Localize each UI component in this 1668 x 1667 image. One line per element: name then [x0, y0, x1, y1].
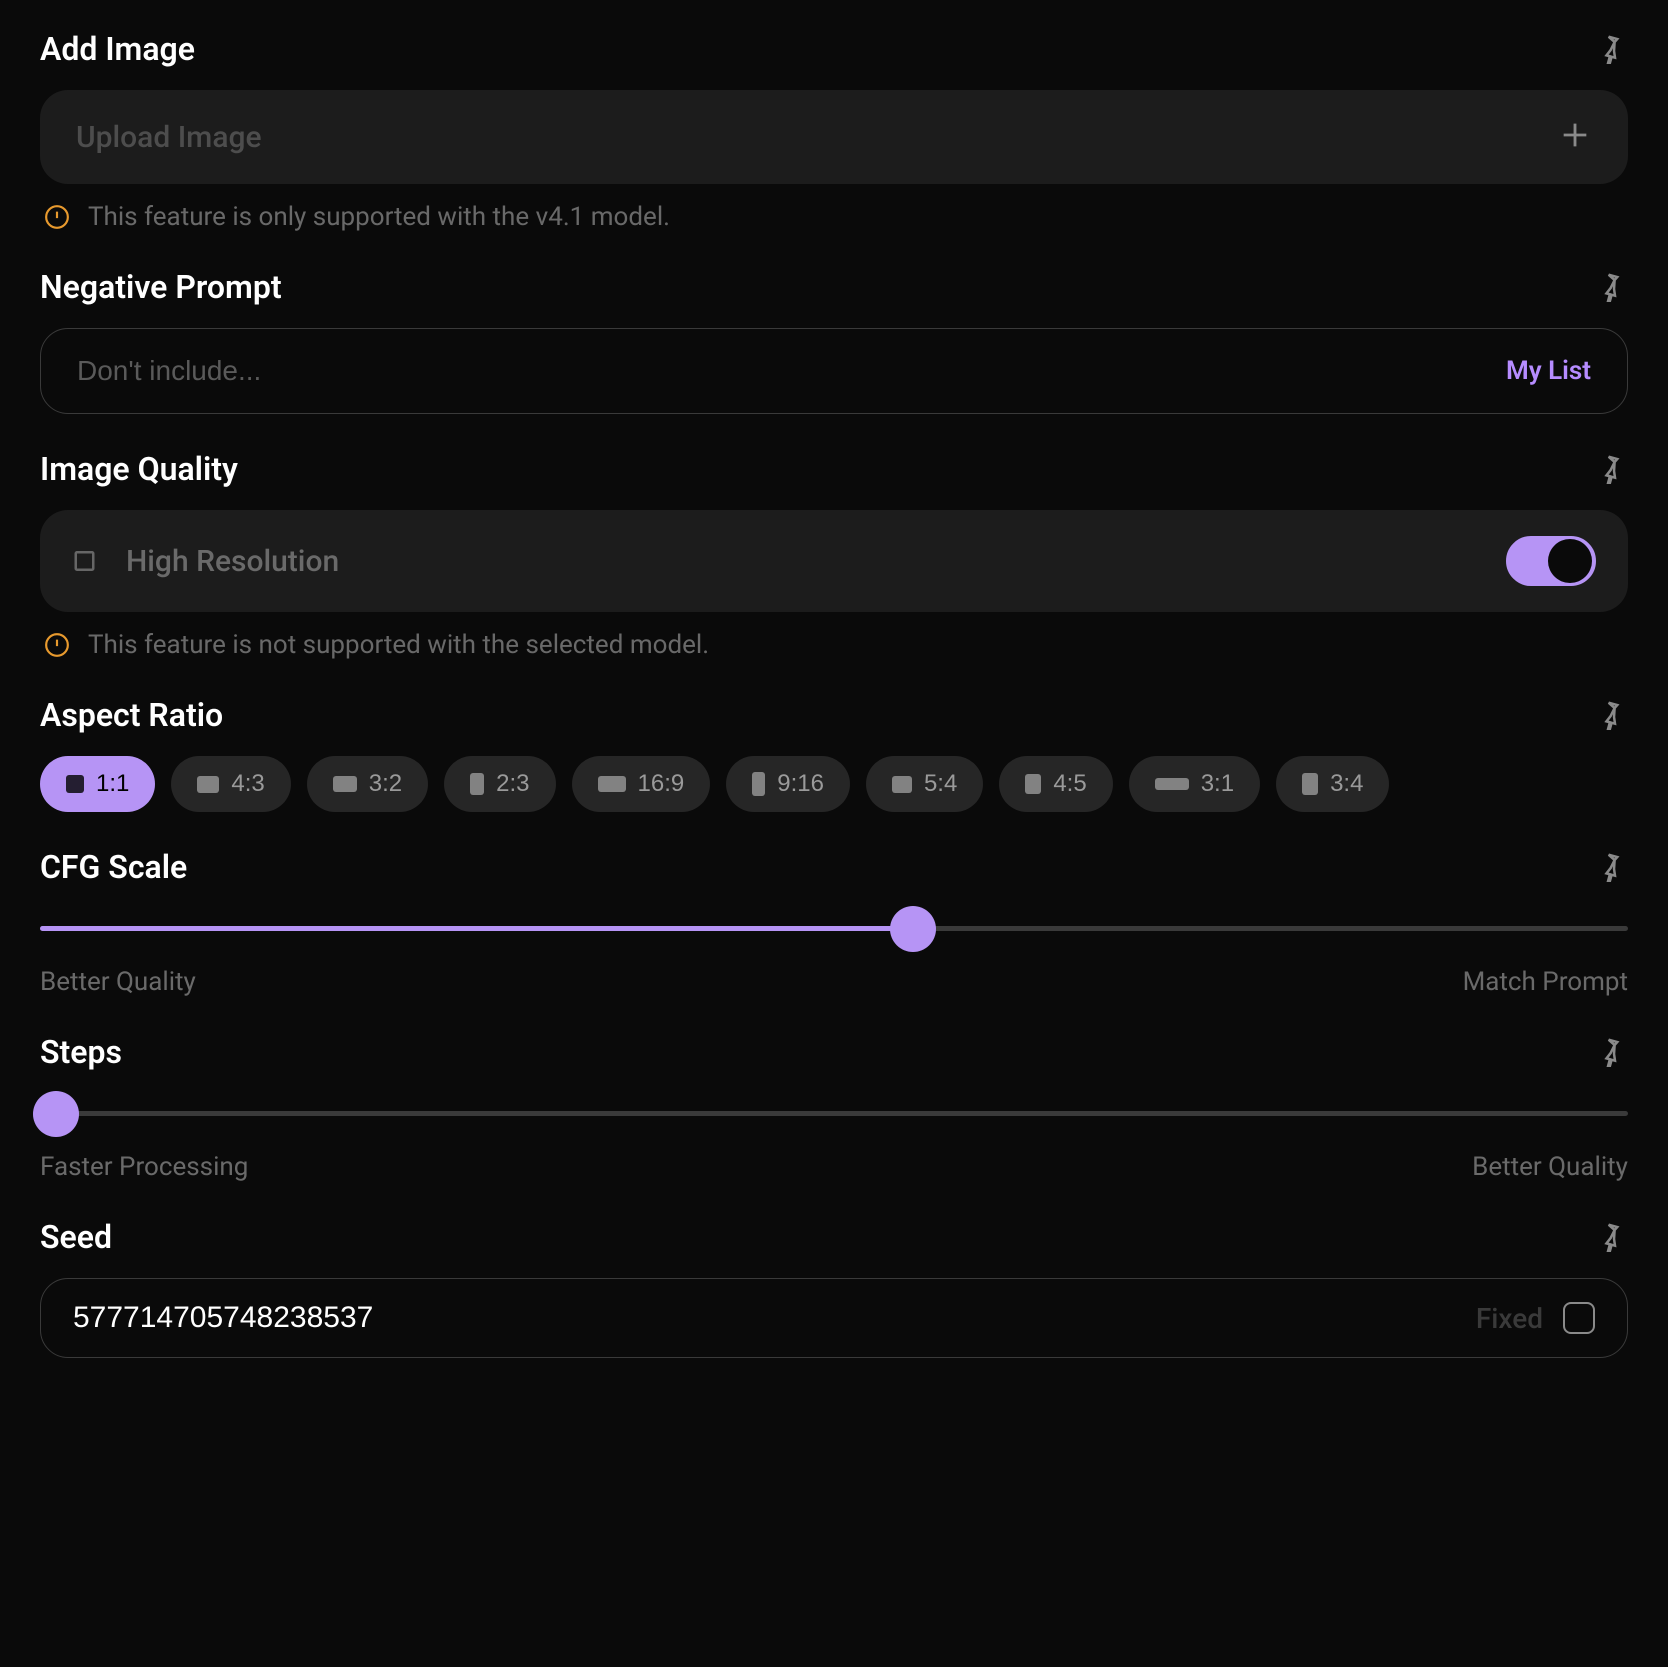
section-steps: Steps Faster Processing Better Quality — [40, 1033, 1628, 1182]
section-add-image: Add Image Upload Image This feature is o… — [40, 30, 1628, 232]
cfg-right-label: Match Prompt — [1463, 967, 1628, 997]
ratio-label: 3:2 — [369, 770, 402, 798]
ratio-shape-icon — [333, 776, 357, 792]
pin-icon — [1595, 1222, 1625, 1252]
steps-left-label: Faster Processing — [40, 1152, 248, 1182]
ratio-label: 4:3 — [231, 770, 264, 798]
pin-cfg-scale-button[interactable] — [1592, 849, 1628, 885]
cfg-slider-fill — [40, 926, 913, 931]
steps-title: Steps — [40, 1033, 122, 1071]
high-resolution-label: High Resolution — [126, 544, 339, 579]
steps-slider[interactable] — [40, 1093, 1628, 1134]
ratio-shape-icon — [470, 773, 484, 795]
aspect-ratio-title: Aspect Ratio — [40, 696, 223, 734]
pin-image-quality-button[interactable] — [1592, 451, 1628, 487]
section-image-quality: Image Quality High Resolution This featu… — [40, 450, 1628, 660]
pin-negative-prompt-button[interactable] — [1592, 269, 1628, 305]
seed-title: Seed — [40, 1218, 112, 1256]
aspect-ratio-3-2[interactable]: 3:2 — [307, 756, 428, 812]
warning-icon — [44, 632, 70, 658]
plus-icon — [1558, 118, 1592, 156]
ratio-label: 9:16 — [777, 770, 824, 798]
section-cfg-scale: CFG Scale Better Quality Match Prompt — [40, 848, 1628, 997]
aspect-ratio-2-3[interactable]: 2:3 — [444, 756, 555, 812]
ratio-shape-icon — [1302, 773, 1318, 795]
ratio-label: 2:3 — [496, 770, 529, 798]
section-seed: Seed Fixed — [40, 1218, 1628, 1358]
pin-icon — [1595, 34, 1625, 64]
image-quality-title: Image Quality — [40, 450, 238, 488]
image-quality-warning: This feature is not supported with the s… — [40, 630, 1628, 660]
pin-icon — [1595, 454, 1625, 484]
section-aspect-ratio: Aspect Ratio 1:1 4:3 3:2 2:3 16:9 9:16 5:4 4:5 3… — [40, 696, 1628, 812]
ratio-label: 1:1 — [96, 770, 129, 798]
ratio-label: 4:5 — [1053, 770, 1086, 798]
aspect-ratio-4-3[interactable]: 4:3 — [171, 756, 290, 812]
pin-aspect-ratio-button[interactable] — [1592, 697, 1628, 733]
pin-steps-button[interactable] — [1592, 1034, 1628, 1070]
aspect-ratio-5-4[interactable]: 5:4 — [866, 756, 983, 812]
ratio-label: 5:4 — [924, 770, 957, 798]
cfg-left-label: Better Quality — [40, 967, 196, 997]
pin-icon — [1595, 700, 1625, 730]
resolution-icon — [72, 546, 102, 576]
add-image-warning: This feature is only supported with the … — [40, 202, 1628, 232]
ratio-label: 16:9 — [638, 770, 685, 798]
ratio-shape-icon — [892, 776, 912, 793]
aspect-ratio-3-4[interactable]: 3:4 — [1276, 756, 1389, 812]
cfg-slider-thumb[interactable] — [890, 906, 936, 952]
seed-fixed-checkbox[interactable] — [1563, 1302, 1595, 1334]
section-negative-prompt: Negative Prompt My List — [40, 268, 1628, 414]
pin-icon — [1595, 852, 1625, 882]
cfg-scale-title: CFG Scale — [40, 848, 187, 886]
upload-image-label: Upload Image — [76, 120, 262, 155]
my-list-link[interactable]: My List — [1506, 356, 1591, 386]
ratio-shape-icon — [752, 772, 765, 796]
cfg-scale-slider[interactable] — [40, 908, 1628, 949]
toggle-knob — [1548, 539, 1592, 583]
ratio-label: 3:1 — [1201, 770, 1234, 798]
pin-seed-button[interactable] — [1592, 1219, 1628, 1255]
upload-image-button[interactable]: Upload Image — [40, 90, 1628, 184]
aspect-ratio-4-5[interactable]: 4:5 — [999, 756, 1112, 812]
warning-icon — [44, 204, 70, 230]
negative-prompt-input[interactable] — [77, 355, 1506, 387]
ratio-shape-icon — [1155, 778, 1189, 790]
aspect-ratio-3-1[interactable]: 3:1 — [1129, 756, 1260, 812]
negative-prompt-title: Negative Prompt — [40, 268, 282, 306]
aspect-ratio-options: 1:1 4:3 3:2 2:3 16:9 9:16 5:4 4:5 3:1 3:4 — [40, 756, 1628, 812]
ratio-shape-icon — [197, 776, 219, 793]
ratio-shape-icon — [598, 776, 626, 792]
add-image-title: Add Image — [40, 30, 195, 68]
ratio-shape-icon — [1025, 774, 1041, 794]
image-quality-warning-text: This feature is not supported with the s… — [88, 630, 709, 660]
steps-right-label: Better Quality — [1472, 1152, 1628, 1182]
pin-icon — [1595, 272, 1625, 302]
pin-add-image-button[interactable] — [1592, 31, 1628, 67]
seed-fixed-label: Fixed — [1476, 1302, 1543, 1335]
ratio-label: 3:4 — [1330, 770, 1363, 798]
aspect-ratio-16-9[interactable]: 16:9 — [572, 756, 711, 812]
pin-icon — [1595, 1037, 1625, 1067]
high-resolution-toggle[interactable] — [1506, 536, 1596, 586]
ratio-shape-icon — [66, 775, 84, 793]
aspect-ratio-9-16[interactable]: 9:16 — [726, 756, 850, 812]
steps-slider-thumb[interactable] — [33, 1091, 79, 1137]
seed-input[interactable] — [73, 1301, 1476, 1335]
add-image-warning-text: This feature is only supported with the … — [88, 202, 670, 232]
aspect-ratio-1-1[interactable]: 1:1 — [40, 756, 155, 812]
